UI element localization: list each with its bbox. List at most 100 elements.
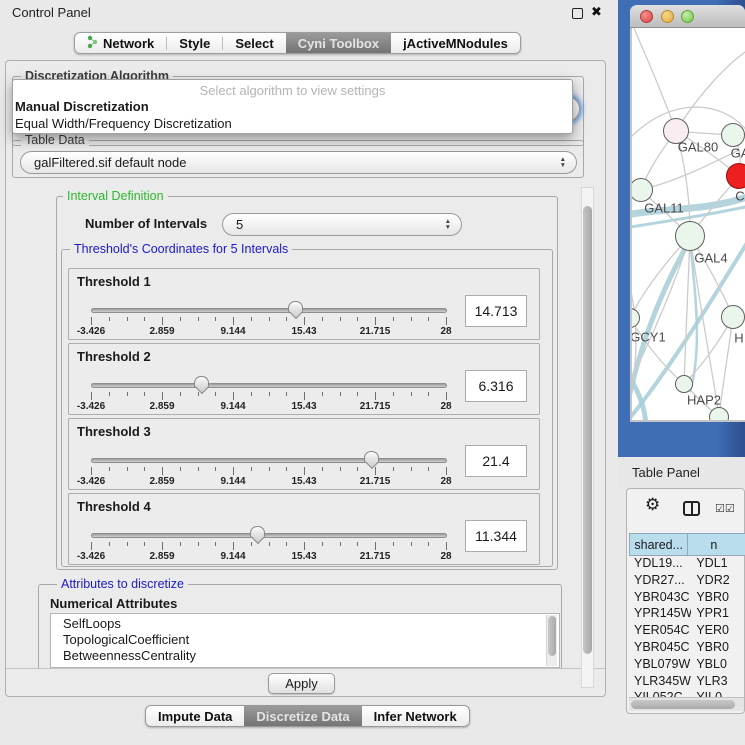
network-window-titlebar[interactable] [630, 5, 745, 28]
table-row[interactable]: YBR045CYBR0 [629, 640, 745, 657]
table-row[interactable]: YLR345WYLR3 [629, 674, 745, 691]
threshold-3-value-field[interactable]: 21.4 [465, 445, 527, 477]
slider-thumb[interactable] [194, 376, 209, 387]
slider-thumb[interactable] [250, 526, 265, 537]
tick-mark [340, 542, 341, 546]
tick-mark [162, 392, 163, 400]
split-columns-icon[interactable] [683, 501, 700, 516]
popup-option-manual-discretization[interactable]: Manual Discretization [15, 99, 149, 114]
table-cell[interactable]: YBL079W [629, 657, 691, 674]
tab-discretize-data[interactable]: Discretize Data [244, 706, 361, 726]
number-of-intervals-combobox[interactable]: 5 ▲▼ [222, 213, 462, 236]
float-window-icon[interactable] [572, 8, 583, 19]
network-node[interactable] [721, 305, 745, 329]
table-cell[interactable]: YLR3 [691, 674, 745, 691]
tick-label: 2.859 [149, 326, 174, 337]
slider-thumb[interactable] [288, 301, 303, 312]
table-cell[interactable]: YBR0 [691, 590, 745, 607]
slider-track[interactable] [91, 383, 447, 388]
table-row[interactable]: YDL19...YDL1 [629, 556, 745, 573]
tick-mark [109, 542, 110, 546]
attributes-group-label: Attributes to discretize [57, 577, 188, 591]
table-body: YDL19...YDL1YDR27...YDR2YBR043CYBR0YPR14… [629, 556, 745, 707]
table-cell[interactable]: YER054C [629, 623, 691, 640]
tick-label: 15.43 [291, 551, 316, 562]
network-node[interactable] [726, 163, 745, 189]
column-header-name[interactable]: n [688, 533, 745, 556]
close-traffic-light[interactable] [640, 10, 653, 23]
scrollbar-thumb[interactable] [548, 616, 556, 656]
tab-infer-network[interactable]: Infer Network [362, 706, 469, 726]
attribute-item[interactable]: SelfLoops [63, 616, 559, 632]
scrollbar-thumb[interactable] [583, 206, 592, 654]
threshold-4-slider[interactable]: -3.4262.8599.14415.4321.71528 [89, 530, 451, 562]
tick-mark [269, 467, 270, 471]
slider-track[interactable] [91, 533, 447, 538]
gear-icon[interactable]: ⚙ [645, 495, 660, 515]
threshold-4-value-field[interactable]: 11.344 [465, 520, 527, 552]
network-canvas[interactable]: GAL80GACGAL11GAL4GCY1HHAP2 [632, 28, 745, 420]
table-cell[interactable]: YBR0 [691, 640, 745, 657]
slider-track[interactable] [91, 308, 447, 313]
tab-style[interactable]: Style [167, 33, 222, 53]
table-row[interactable]: YBR043CYBR0 [629, 590, 745, 607]
table-row[interactable]: YER054CYER0 [629, 623, 745, 640]
network-node[interactable] [721, 123, 745, 147]
table-horizontal-scrollbar[interactable] [629, 697, 744, 711]
threshold-2-value-field[interactable]: 6.316 [465, 370, 527, 402]
number-of-intervals-value: 5 [236, 217, 243, 232]
table-data-combobox[interactable]: galFiltered.sif default node ▲▼ [20, 151, 577, 174]
table-cell[interactable]: YBL0 [691, 657, 745, 674]
tab-cyni-toolbox-label: Cyni Toolbox [298, 36, 379, 51]
table-header: shared... n [629, 533, 745, 556]
panel-vertical-scrollbar[interactable] [581, 187, 594, 688]
table-cell[interactable]: YER0 [691, 623, 745, 640]
network-node[interactable] [709, 407, 729, 420]
tab-select[interactable]: Select [223, 33, 285, 53]
tab-cyni-toolbox[interactable]: Cyni Toolbox [286, 33, 391, 53]
table-cell[interactable]: YDR2 [691, 573, 745, 590]
network-node-label: GCY1 [632, 330, 666, 345]
network-node[interactable] [675, 375, 693, 393]
table-panel: ⚙ ☑☑ shared... n YDL19...YDL1YDR27...YDR… [626, 488, 745, 714]
table-row[interactable]: YBL079WYBL0 [629, 657, 745, 674]
table-cell[interactable]: YDL1 [691, 556, 745, 573]
zoom-traffic-light[interactable] [681, 10, 694, 23]
table-cell[interactable]: YBR045C [629, 640, 691, 657]
tab-impute-data[interactable]: Impute Data [146, 706, 244, 726]
threshold-1-value-field[interactable]: 14.713 [465, 295, 527, 327]
attributes-list-scrollbar[interactable] [546, 615, 557, 666]
table-cell[interactable]: YLR345W [629, 674, 691, 691]
tab-jactivemnodules[interactable]: jActiveMNodules [391, 33, 520, 53]
slider-track[interactable] [91, 458, 447, 463]
table-row[interactable]: YDR27...YDR2 [629, 573, 745, 590]
number-of-intervals-label: Number of Intervals [85, 216, 207, 231]
tab-network[interactable]: Network [75, 33, 166, 53]
threshold-3-slider[interactable]: -3.4262.8599.14415.4321.71528 [89, 455, 451, 487]
apply-button[interactable]: Apply [268, 673, 335, 694]
tick-mark [215, 317, 216, 321]
close-icon[interactable]: ✖ [591, 4, 602, 20]
popup-option-equal-width[interactable]: Equal Width/Frequency Discretization [15, 116, 232, 131]
table-row[interactable]: YPR145WYPR1 [629, 606, 745, 623]
table-cell[interactable]: YDR27... [629, 573, 691, 590]
column-header-shared[interactable]: shared... [629, 533, 688, 556]
table-cell[interactable]: YPR1 [691, 606, 745, 623]
network-node-label: GAL11 [644, 201, 684, 216]
tick-mark [215, 392, 216, 396]
table-cell[interactable]: YPR145W [629, 606, 691, 623]
tick-mark [269, 542, 270, 546]
network-node[interactable] [675, 221, 705, 251]
attribute-item[interactable]: BetweennessCentrality [63, 648, 559, 664]
slider-thumb[interactable] [364, 451, 379, 462]
threshold-1-slider[interactable]: -3.4262.8599.14415.4321.71528 [89, 305, 451, 337]
table-cell[interactable]: YDL19... [629, 556, 691, 573]
select-columns-checkboxes-icon[interactable]: ☑☑ [715, 502, 735, 515]
tick-mark [269, 317, 270, 321]
threshold-2-slider[interactable]: -3.4262.8599.14415.4321.71528 [89, 380, 451, 412]
scrollbar-thumb[interactable] [631, 700, 735, 709]
numerical-attributes-list[interactable]: SelfLoopsTopologicalCoefficientBetweenne… [50, 613, 560, 668]
table-cell[interactable]: YBR043C [629, 590, 691, 607]
attribute-item[interactable]: TopologicalCoefficient [63, 632, 559, 648]
minimize-traffic-light[interactable] [661, 10, 674, 23]
